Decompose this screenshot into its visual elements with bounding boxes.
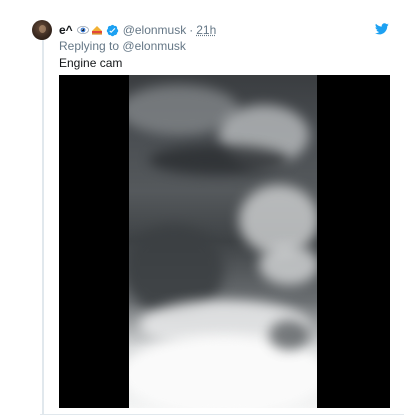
avatar[interactable] xyxy=(32,20,52,40)
handle[interactable]: @elonmusk xyxy=(123,23,187,37)
thread-line xyxy=(42,40,44,414)
video-player[interactable] xyxy=(59,75,390,408)
card-divider xyxy=(40,414,404,415)
verified-badge-icon xyxy=(106,24,119,37)
reply-mention-link[interactable]: @elonmusk xyxy=(122,39,186,53)
display-name[interactable]: e^ xyxy=(59,23,73,37)
separator-dot: · xyxy=(189,23,194,37)
tweet-text: Engine cam xyxy=(59,56,123,70)
video-frame xyxy=(129,75,317,408)
timestamp[interactable]: 21h xyxy=(196,23,216,37)
tweet-header: e^ @elonmusk · 21h xyxy=(59,22,216,38)
reply-prefix: Replying to xyxy=(59,39,120,53)
eye-emoji-icon xyxy=(76,24,89,36)
twitter-bird-icon[interactable] xyxy=(374,22,389,35)
sandwich-emoji-icon xyxy=(91,24,103,36)
replying-to-line: Replying to @elonmusk xyxy=(59,39,186,53)
